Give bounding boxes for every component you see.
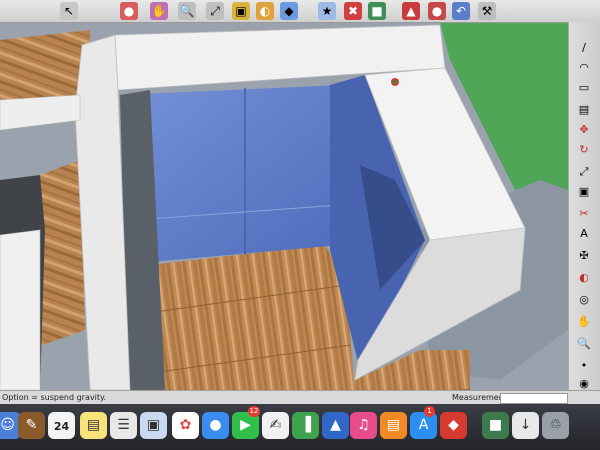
model-viewport[interactable] — [0, 0, 600, 450]
main-floor — [150, 245, 355, 390]
component-icon[interactable]: ▲ — [402, 2, 420, 20]
notes-app-icon[interactable]: ✎ — [18, 412, 45, 439]
walk-icon[interactable]: ★ — [318, 2, 336, 20]
preview-icon[interactable]: ▣ — [140, 412, 167, 439]
sketchup-window: ↖ ● ✋ 🔍 ⤢ ▣ ◐ ◆ ★ ✖ ■ ▲ ● ↶ ⚒ ∕ ◠ ▭ ▤ ✥ … — [0, 0, 600, 450]
rotate-icon[interactable]: ↻ — [575, 142, 593, 158]
scale-icon[interactable]: ⤢ — [575, 164, 593, 180]
photos-icon[interactable]: ✿ — [172, 412, 199, 439]
calendar-date: 24 — [53, 420, 70, 433]
zoom-extents-icon[interactable]: ⤢ — [206, 2, 224, 20]
tool-icon[interactable]: ⚒ — [478, 2, 496, 20]
select-icon[interactable]: ↖ — [60, 2, 78, 20]
facetime-badge: 12 — [248, 406, 260, 417]
calendar-icon[interactable]: 24 — [48, 412, 75, 439]
extension-icon[interactable]: ✖ — [344, 2, 362, 20]
text-icon[interactable]: A — [575, 226, 593, 242]
orbit-side-icon[interactable]: ◎ — [575, 292, 593, 308]
offset-icon[interactable]: ▣ — [575, 184, 593, 200]
status-bar: Option = suspend gravity. Measurements — [0, 390, 600, 405]
move-icon[interactable]: ✥ — [575, 122, 593, 138]
app-store-badge: 1 — [424, 406, 435, 417]
zoom-icon[interactable]: 🔍 — [178, 2, 196, 20]
pan-side-icon[interactable]: ✋ — [575, 314, 593, 330]
textedit-icon[interactable]: ✍ — [262, 412, 289, 439]
measurements-input[interactable] — [500, 393, 568, 404]
orbit-icon[interactable]: ● — [120, 2, 138, 20]
undo-icon[interactable]: ↶ — [452, 2, 470, 20]
stickies-icon[interactable]: ▤ — [80, 412, 107, 439]
axes-icon[interactable]: ✠ — [575, 248, 593, 264]
warehouse-icon[interactable]: ■ — [368, 2, 386, 20]
mac-dock: ☺ ✎ 24 ▤ ☰ ▣ ✿ ● ▶ ✍ ▐ ▲ ♫ ▤ A ◆ ■ ↓ ♲ 1… — [0, 404, 600, 450]
line-icon[interactable]: ∕ — [575, 40, 593, 56]
trash-icon[interactable]: ♲ — [542, 412, 569, 439]
footprint-icon[interactable]: • — [575, 358, 593, 374]
app-store-icon[interactable]: A — [410, 412, 437, 439]
outliner-icon[interactable]: ▣ — [232, 2, 250, 20]
left-foreground-top — [0, 229, 41, 391]
top-toolbar: ↖ ● ✋ 🔍 ⤢ ▣ ◐ ◆ ★ ✖ ■ ▲ ● ↶ ⚒ — [0, 0, 600, 23]
rectangle-icon[interactable]: ▭ — [575, 80, 593, 96]
sketchup-icon[interactable]: ◆ — [440, 412, 467, 439]
section-icon[interactable]: ◆ — [280, 2, 298, 20]
paint-icon[interactable]: ◐ — [256, 2, 274, 20]
keynote-icon[interactable]: ▲ — [322, 412, 349, 439]
image-capture-icon[interactable]: ■ — [482, 412, 509, 439]
numbers-icon[interactable]: ▐ — [292, 412, 319, 439]
messages-icon[interactable]: ● — [202, 412, 229, 439]
arc-icon[interactable]: ◠ — [575, 60, 593, 76]
style-icon[interactable]: ● — [428, 2, 446, 20]
reminders-icon[interactable]: ☰ — [110, 412, 137, 439]
push-pull-icon[interactable]: ▤ — [575, 102, 593, 118]
itunes-icon[interactable]: ♫ — [350, 412, 377, 439]
ibooks-icon[interactable]: ▤ — [380, 412, 407, 439]
paint-bucket-icon[interactable]: ◐ — [575, 270, 593, 286]
status-message: Option = suspend gravity. — [2, 393, 107, 402]
zoom-side-icon[interactable]: 🔍 — [575, 336, 593, 352]
downloads-icon[interactable]: ↓ — [512, 412, 539, 439]
pan-icon[interactable]: ✋ — [150, 2, 168, 20]
side-toolbar: ∕ ◠ ▭ ▤ ✥ ↻ ⤢ ▣ ✂ A ✠ ◐ ◎ ✋ 🔍 • ◉ — [568, 22, 600, 392]
tape-icon[interactable]: ✂ — [575, 206, 593, 222]
